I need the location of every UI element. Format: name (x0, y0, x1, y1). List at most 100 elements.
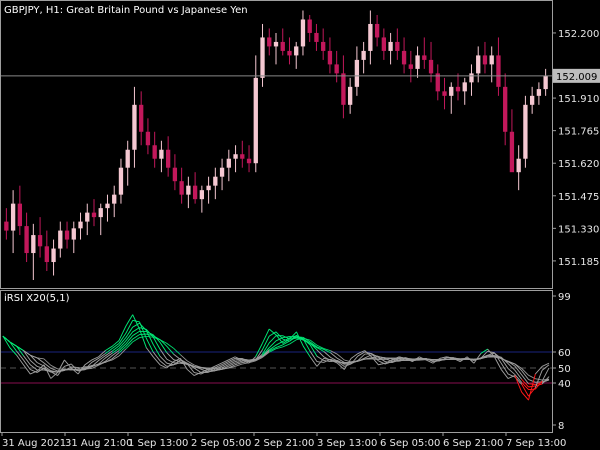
candle-body (529, 95, 535, 105)
candle-body (112, 194, 117, 204)
candle-body (354, 59, 360, 87)
time-tick-label: 1 Sep 13:00 (128, 438, 188, 449)
time-tick-label: 31 Aug 21:00 (65, 438, 132, 449)
candle-body (489, 55, 494, 65)
candle-body (455, 86, 461, 92)
candle-body (280, 41, 285, 51)
candle-body (307, 19, 312, 33)
candle-body (165, 149, 171, 168)
candle-body (327, 50, 333, 65)
candle-body (246, 158, 252, 164)
candle-body (186, 185, 191, 195)
indicator-title: iRSI X20(5,1) (4, 293, 70, 304)
candle-body (199, 190, 205, 200)
candle-body (395, 41, 400, 51)
indicator-tick-label: 40 (558, 379, 571, 390)
indicator-tick-label: 50 (558, 364, 571, 375)
chart-title: GBPJPY, H1: Great Britain Pound vs Japan… (4, 5, 248, 16)
candle-body (361, 50, 366, 60)
candle-body (139, 104, 144, 132)
time-tick-label: 2 Sep 21:00 (254, 438, 314, 449)
candle-body (482, 55, 488, 65)
candle-body (219, 167, 225, 177)
candle-body (422, 55, 427, 60)
candle-body (300, 19, 306, 47)
candle-body (509, 131, 515, 173)
candle-body (71, 228, 76, 240)
candle-body (321, 41, 326, 51)
candle-body (85, 212, 90, 222)
candle-body (105, 203, 110, 209)
candle-body (442, 91, 447, 96)
candle-body (159, 149, 164, 159)
price-tick-label: 151.330 (558, 224, 599, 235)
time-tick-label: 7 Sep 13:00 (506, 438, 566, 449)
candle-body (341, 73, 346, 105)
candle-body (78, 221, 83, 229)
candle-body (267, 37, 272, 47)
indicator-tick-label: 8 (558, 421, 564, 432)
candle-body (98, 208, 103, 218)
candle-body (287, 50, 292, 56)
candle-body (118, 167, 124, 195)
candle-body (496, 55, 501, 87)
candle-body (543, 75, 548, 90)
price-tick-label: 151.475 (558, 192, 599, 203)
candle-body (64, 230, 70, 240)
indicator-tick-label: 60 (558, 348, 571, 359)
candle-body (314, 32, 319, 42)
price-tick-label: 151.765 (558, 127, 599, 138)
candle-body (58, 230, 63, 249)
candle-body (334, 64, 339, 74)
candle-body (260, 37, 265, 78)
candle-body (44, 246, 49, 263)
indicator-tick-label: 99 (558, 292, 571, 303)
candle-body (294, 46, 299, 56)
candle-body (91, 212, 97, 218)
candle-body (31, 235, 36, 254)
candle-body (503, 86, 508, 132)
candle-body (469, 73, 474, 83)
price-tick-label: 152.200 (558, 29, 599, 40)
candle-body (132, 104, 137, 150)
candle-body (347, 86, 353, 105)
candle-body (374, 23, 380, 38)
candle-body (536, 89, 542, 96)
candle-body (24, 226, 29, 254)
price-tick-label: 151.620 (558, 159, 599, 170)
candle-body (516, 158, 521, 173)
candle-body (10, 203, 16, 231)
price-tick-label: 151.910 (558, 94, 599, 105)
candle-body (368, 23, 373, 51)
candle-body (145, 131, 151, 146)
candle-body (449, 86, 454, 96)
candle-body (233, 154, 238, 159)
candle-body (476, 55, 481, 74)
candle-body (152, 145, 157, 159)
candle-body (226, 158, 231, 168)
candle-body (408, 64, 413, 69)
time-tick-label: 2 Sep 05:00 (191, 438, 251, 449)
current-price-label: 152.009 (556, 72, 597, 83)
candle-body (37, 235, 43, 247)
candle-body (428, 59, 434, 74)
chart-canvas: 152.200 151.910 151.765 151.620 151.475 151.3… (0, 0, 600, 450)
candle-body (273, 41, 279, 47)
candle-body (240, 154, 245, 159)
candle-body (206, 185, 211, 191)
candle-body (415, 55, 420, 69)
time-tick-label: 6 Sep 21:00 (443, 438, 503, 449)
candle-body (179, 181, 184, 195)
candle-body (192, 185, 198, 200)
candle-body (125, 149, 130, 168)
time-tick-label: 3 Sep 13:00 (317, 438, 377, 449)
candle-body (523, 104, 528, 159)
candle-body (388, 41, 393, 51)
candle-body (17, 203, 23, 227)
candle-body (401, 50, 407, 65)
candle-body (381, 37, 387, 51)
candle-body (4, 221, 9, 231)
candle-body (51, 248, 56, 263)
candle-body (213, 176, 218, 186)
price-tick-label: 151.185 (558, 257, 599, 268)
